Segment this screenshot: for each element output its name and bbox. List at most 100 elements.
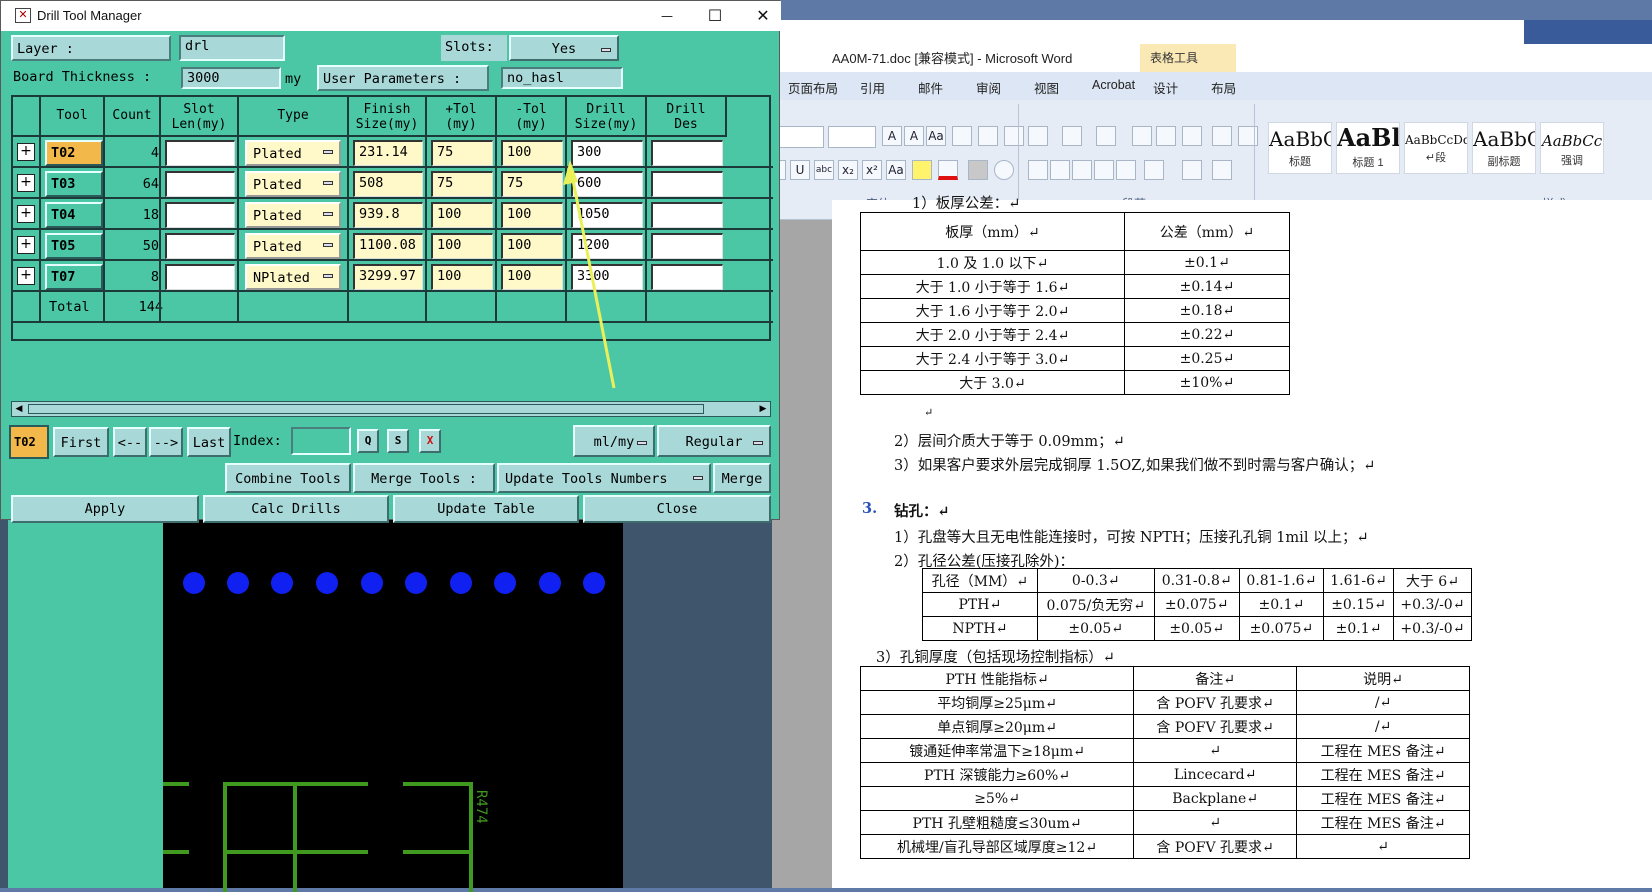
plus-tol-input[interactable]: 75 xyxy=(431,171,493,197)
close-icon[interactable]: ✕ xyxy=(749,4,777,28)
tool-name-button[interactable]: T03 xyxy=(45,171,103,197)
borders-icon[interactable] xyxy=(1212,160,1232,180)
board-thickness-field[interactable]: 3000 xyxy=(181,67,281,89)
plus-tol-input[interactable]: 100 xyxy=(431,264,493,290)
numbering-icon[interactable] xyxy=(1062,126,1082,146)
index-field[interactable] xyxy=(291,427,351,455)
style-heading1[interactable]: AaBl 标题 1 xyxy=(1336,122,1400,174)
superscript-icon[interactable]: x² xyxy=(862,160,882,180)
minus-tol-input[interactable]: 100 xyxy=(501,233,563,259)
drill-size-input[interactable]: 3300 xyxy=(571,264,643,290)
drill-size-input[interactable]: 300 xyxy=(571,140,643,166)
finish-size-input[interactable]: 508 xyxy=(353,171,423,197)
minus-tol-input[interactable]: 100 xyxy=(501,202,563,228)
search-icon[interactable]: S xyxy=(387,429,409,453)
drill-des-input[interactable] xyxy=(651,140,723,166)
char-border-icon[interactable] xyxy=(1004,126,1024,146)
tool-name-button[interactable]: T07 xyxy=(45,264,103,290)
justify-icon[interactable] xyxy=(1094,160,1114,180)
slots-dropdown[interactable]: Yes xyxy=(509,35,619,61)
increase-indent-icon[interactable] xyxy=(1156,126,1176,146)
char-shading-icon[interactable] xyxy=(968,160,988,180)
prev-button[interactable]: <-- xyxy=(113,427,147,457)
tool-name-button[interactable]: T04 xyxy=(45,202,103,228)
apply-button[interactable]: Apply xyxy=(11,495,199,523)
dtm-titlebar[interactable]: ✕ Drill Tool Manager — ☐ ✕ xyxy=(1,1,781,31)
cad-canvas[interactable]: R474 xyxy=(163,520,623,892)
drill-size-input[interactable]: 1050 xyxy=(571,202,643,228)
bullets-icon[interactable] xyxy=(1028,126,1048,146)
last-button[interactable]: Last xyxy=(187,427,231,457)
slot-length-input[interactable] xyxy=(165,140,235,166)
finish-size-input[interactable]: 3299.97 xyxy=(353,264,423,290)
plus-tol-input[interactable]: 75 xyxy=(431,140,493,166)
tab-mailings[interactable]: 邮件 xyxy=(918,72,958,100)
subscript-icon[interactable]: x₂ xyxy=(838,160,858,180)
combine-tools-button[interactable]: Combine Tools xyxy=(225,463,351,493)
phonetic-icon[interactable] xyxy=(978,126,998,146)
style-subtitle[interactable]: AaBbC 副标题 xyxy=(1472,122,1536,174)
column-header[interactable]: Drill Size(my) xyxy=(567,97,647,137)
shading-icon[interactable] xyxy=(1182,160,1202,180)
minus-tol-input[interactable]: 100 xyxy=(501,264,563,290)
finish-size-input[interactable]: 231.14 xyxy=(353,140,423,166)
scroll-left-icon[interactable]: ◀ xyxy=(12,402,26,416)
tab-acrobat[interactable]: Acrobat xyxy=(1092,72,1135,100)
column-header[interactable]: -Tol (my) xyxy=(497,97,567,137)
tab-references[interactable]: 引用 xyxy=(860,72,900,100)
drill-des-input[interactable] xyxy=(651,233,723,259)
layer-field[interactable]: drl xyxy=(179,35,285,61)
align-left-icon[interactable] xyxy=(1028,160,1048,180)
column-header[interactable]: Count xyxy=(105,97,161,137)
text-effect-icon[interactable]: Aa xyxy=(886,160,906,180)
scroll-thumb[interactable] xyxy=(28,404,704,414)
horizontal-scrollbar[interactable]: ◀ ▶ xyxy=(11,401,771,417)
underline-icon[interactable]: U xyxy=(790,160,810,180)
units-dropdown[interactable]: ml/my xyxy=(573,425,655,457)
table-tools-tab[interactable]: 表格工具 xyxy=(1140,44,1236,72)
align-center-icon[interactable] xyxy=(1050,160,1070,180)
enclose-char-icon[interactable] xyxy=(994,160,1014,180)
slot-length-input[interactable] xyxy=(165,171,235,197)
table-row[interactable]: + T07 8 NPlated 3299.97 100 100 3300 xyxy=(13,261,773,292)
table-row[interactable]: + T04 18 Plated 939.8 100 100 1050 xyxy=(13,199,773,230)
drill-des-input[interactable] xyxy=(651,264,723,290)
calc-drills-button[interactable]: Calc Drills xyxy=(203,495,389,523)
table-row[interactable]: + T05 50 Plated 1100.08 100 100 1200 xyxy=(13,230,773,261)
shrink-font-icon[interactable]: A xyxy=(904,126,924,146)
tool-name-button[interactable]: T05 xyxy=(45,233,103,259)
slot-length-input[interactable] xyxy=(165,264,235,290)
drill-size-input[interactable]: 1200 xyxy=(571,233,643,259)
expand-row-icon[interactable]: + xyxy=(17,174,35,192)
minus-tol-input[interactable]: 100 xyxy=(501,140,563,166)
expand-row-icon[interactable]: + xyxy=(17,236,35,254)
update-tools-numbers-dropdown[interactable]: Update Tools Numbers xyxy=(497,463,711,493)
tab-design[interactable]: 设计 xyxy=(1153,72,1193,100)
column-header[interactable]: Tool xyxy=(41,97,105,137)
drill-des-input[interactable] xyxy=(651,171,723,197)
slot-length-input[interactable] xyxy=(165,233,235,259)
grow-font-icon[interactable]: A xyxy=(882,126,902,146)
style-emphasis[interactable]: AaBbCc 强调 xyxy=(1540,122,1604,174)
close-button[interactable]: Close xyxy=(583,495,771,523)
column-header[interactable]: Drill Des xyxy=(647,97,727,137)
column-header[interactable]: Finish Size(my) xyxy=(349,97,427,137)
tool-name-button[interactable]: T02 xyxy=(45,140,103,166)
clear-format-icon[interactable] xyxy=(952,126,972,146)
column-header[interactable]: Slot Len(my) xyxy=(161,97,239,137)
chinese-layout-icon[interactable] xyxy=(1182,126,1202,146)
expand-row-icon[interactable]: + xyxy=(17,205,35,223)
column-header[interactable]: +Tol (my) xyxy=(427,97,497,137)
maximize-icon[interactable]: ☐ xyxy=(701,4,729,28)
font-color-icon[interactable] xyxy=(938,160,958,180)
strikethrough-icon[interactable]: abc xyxy=(814,160,834,180)
tab-review[interactable]: 审阅 xyxy=(976,72,1016,100)
table-row[interactable]: + T02 4 Plated 231.14 75 100 300 xyxy=(13,137,773,168)
query-icon[interactable]: Q xyxy=(357,429,379,453)
column-header[interactable]: Type xyxy=(239,97,349,137)
align-right-icon[interactable] xyxy=(1072,160,1092,180)
merge-button[interactable]: Merge xyxy=(713,463,771,493)
distribute-icon[interactable] xyxy=(1116,160,1136,180)
expand-row-icon[interactable]: + xyxy=(17,143,35,161)
show-marks-icon[interactable] xyxy=(1238,126,1258,146)
